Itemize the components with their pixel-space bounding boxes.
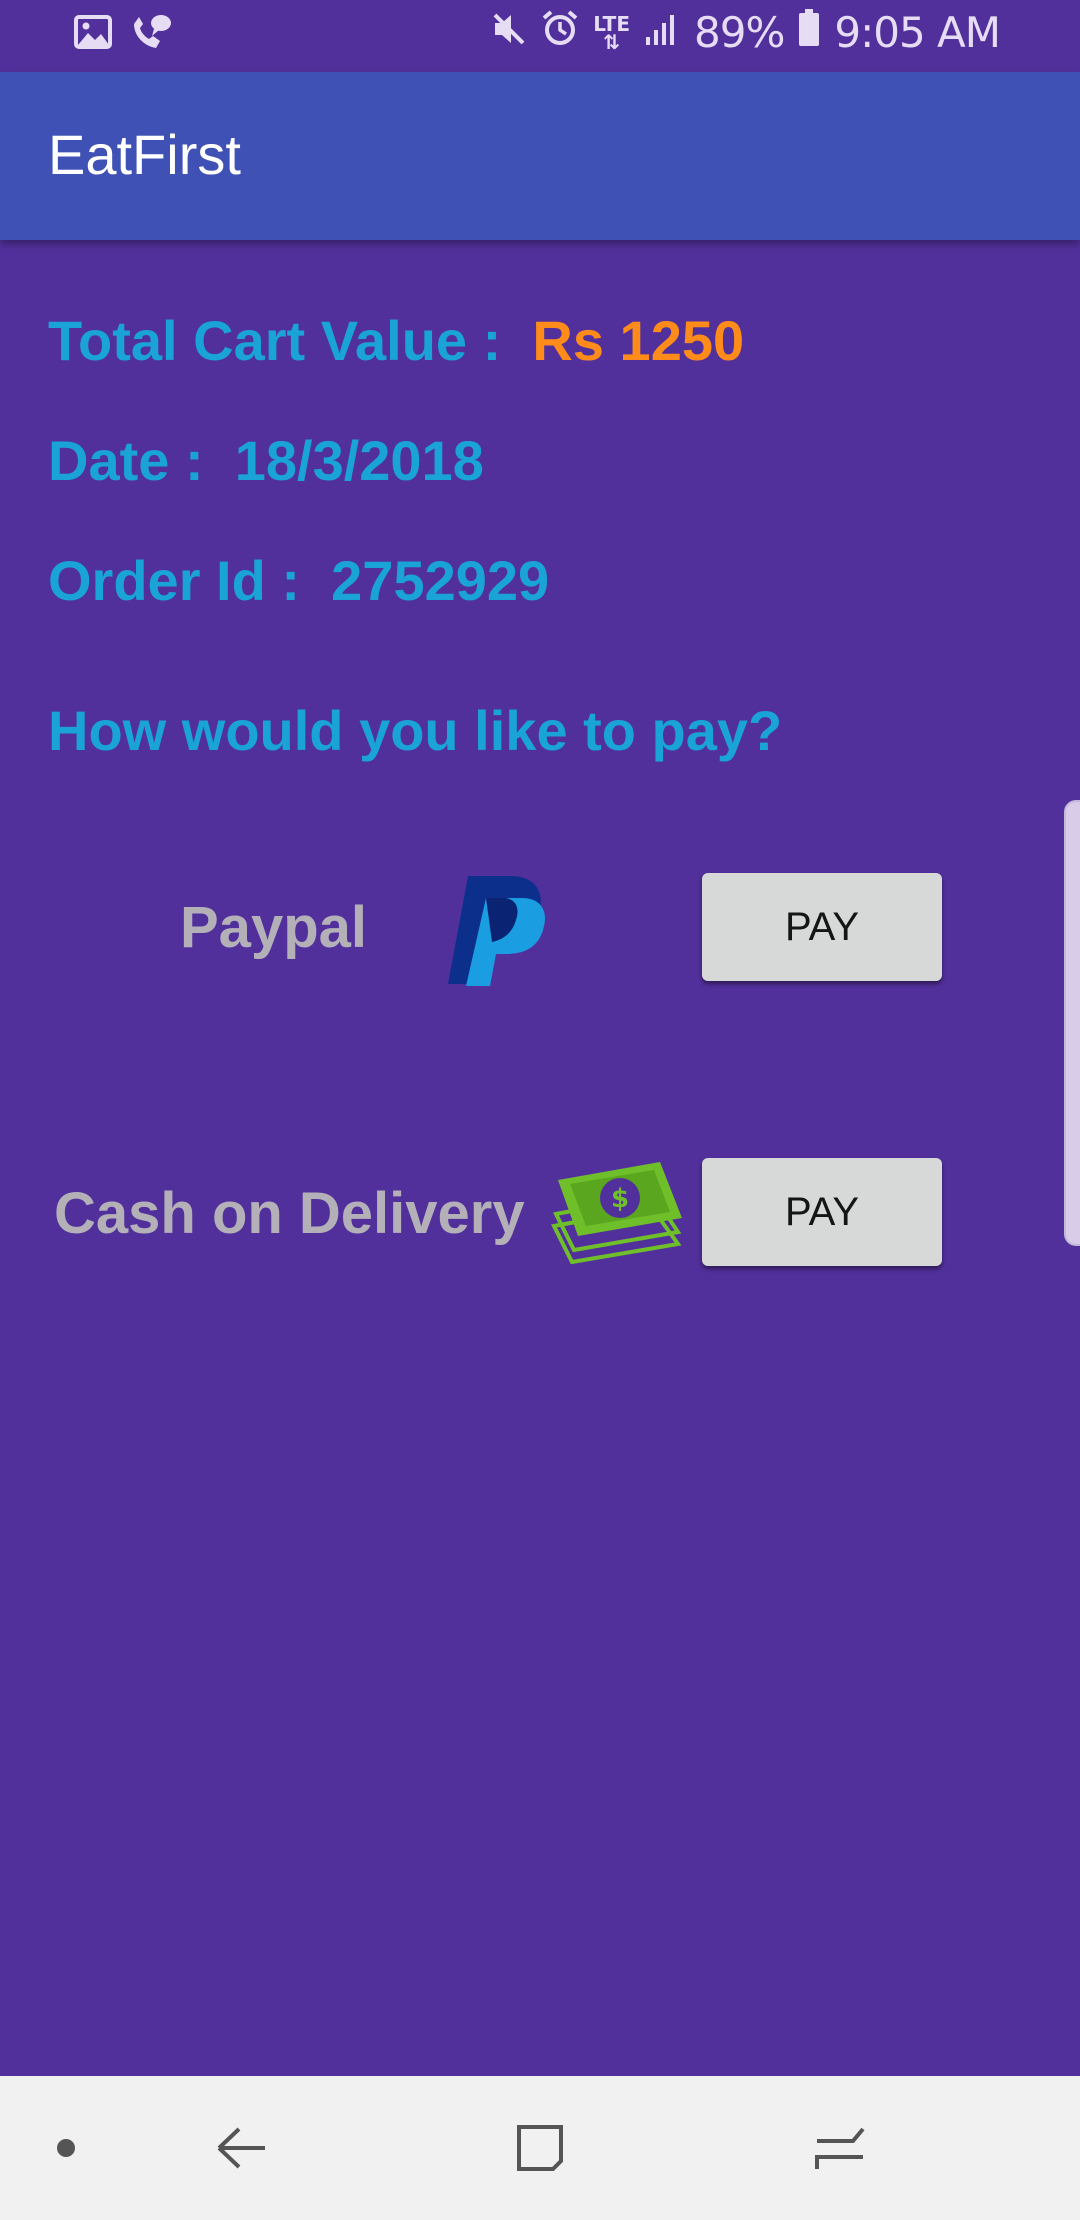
paypal-logo-icon [444,872,550,993]
payment-prompt: How would you like to pay? [48,699,783,762]
app-title: EatFirst [48,123,241,186]
date-label: Date : [48,429,204,492]
app-bar: EatFirst [0,72,1080,240]
date-row: Date : 18/3/2018 [48,428,484,493]
total-cart-value: Rs 1250 [532,309,745,372]
order-id-row: Order Id : 2752929 [48,548,549,613]
cod-pay-button[interactable]: PAY [702,1158,942,1266]
wifi-calling-icon [130,14,172,55]
edge-panel-handle[interactable] [1064,800,1080,1246]
gallery-icon [74,15,112,54]
paypal-label: Paypal [180,895,367,960]
network-type-label: LTE [593,11,630,36]
cash-money-icon: $ [548,1160,684,1269]
alarm-icon [541,8,579,57]
signal-icon [644,8,680,57]
battery-icon [798,8,820,57]
home-icon[interactable] [500,2076,580,2220]
svg-text:$: $ [611,1184,629,1214]
total-cart-label: Total Cart Value : [48,309,502,372]
nav-bar [0,2076,1080,2220]
lte-icon: LTE ⇅ [593,11,630,54]
recents-icon[interactable] [800,2076,880,2220]
order-id-value: 2752929 [331,549,550,612]
paypal-pay-button[interactable]: PAY [702,873,942,981]
clock: 9:05 AM [834,8,1001,57]
total-cart-row: Total Cart Value : Rs 1250 [48,308,744,373]
status-bar: LTE ⇅ 89% 9:05 AM [0,0,1080,72]
cod-label: Cash on Delivery [54,1181,525,1246]
back-icon[interactable] [200,2076,280,2220]
mute-icon [491,8,527,57]
battery-percent: 89% [694,8,785,57]
dot-icon[interactable] [36,2076,96,2220]
date-value: 18/3/2018 [234,429,484,492]
order-id-label: Order Id : [48,549,301,612]
